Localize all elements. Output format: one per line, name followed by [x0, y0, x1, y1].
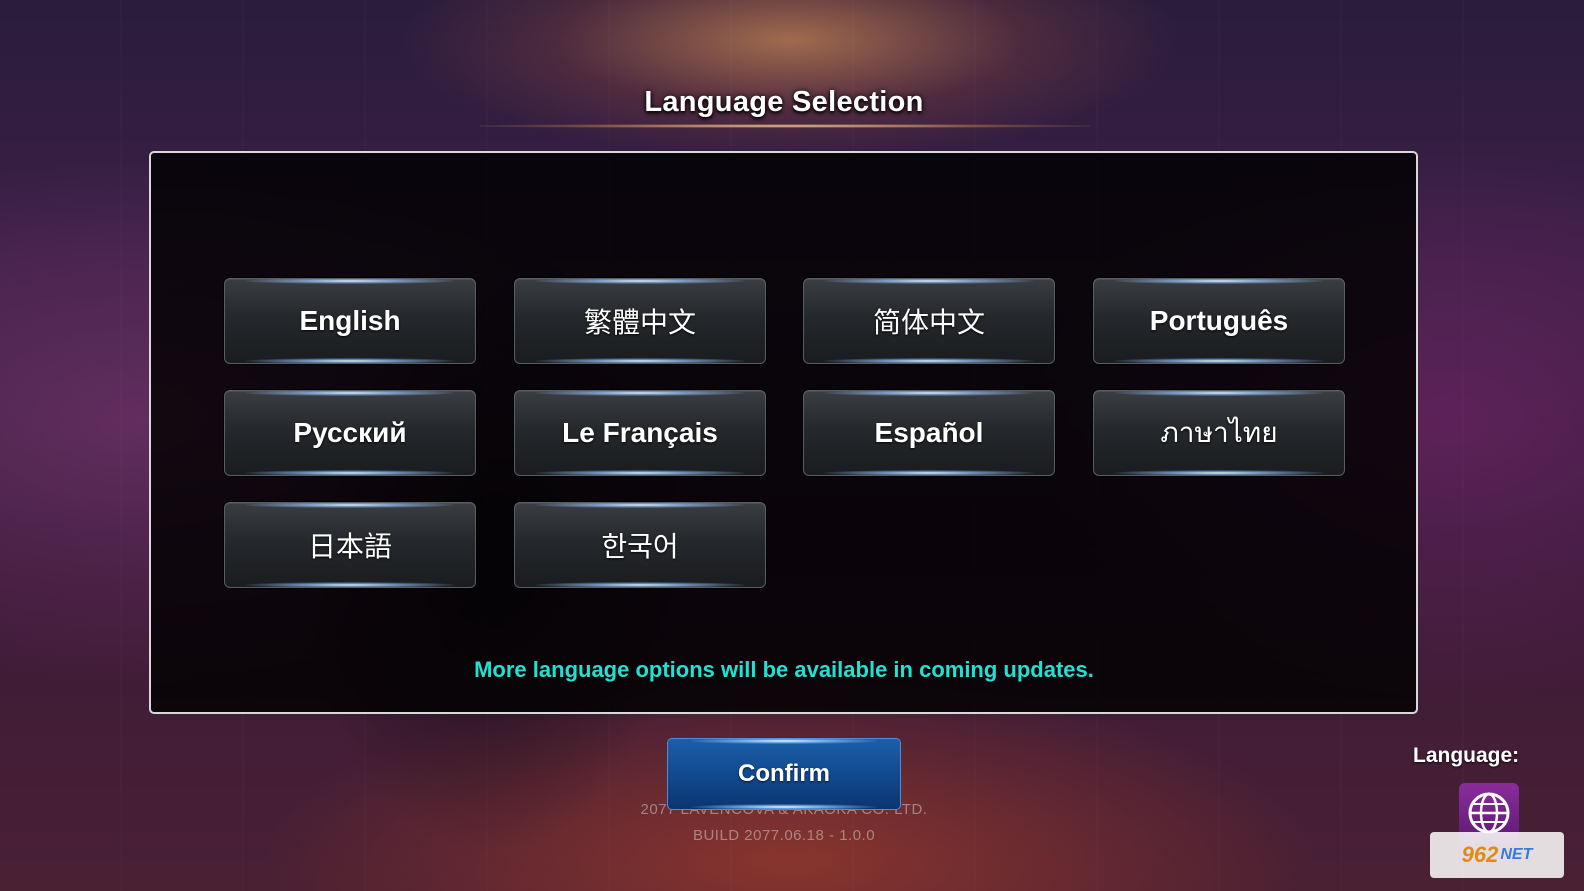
language-button-label: Português — [1149, 305, 1289, 336]
language-button-simplified-chinese[interactable]: 简体中文 — [803, 278, 1055, 364]
language-button-label: Русский — [293, 417, 407, 448]
confirm-button-label: Confirm — [738, 760, 830, 787]
language-button-russian[interactable]: Русский — [224, 390, 476, 476]
language-button-label: Le Français — [562, 417, 718, 448]
language-button-portuguese[interactable]: Português — [1093, 278, 1345, 364]
language-notice: More language options will be available … — [474, 657, 1094, 682]
language-button-english[interactable]: English — [224, 278, 476, 364]
language-button-thai[interactable]: ภาษาไทย — [1093, 390, 1345, 476]
watermark-number: 962 — [1461, 842, 1499, 867]
language-button-korean[interactable]: 한국어 — [514, 502, 766, 588]
language-button-french[interactable]: Le Français — [514, 390, 766, 476]
language-button-label: ภาษาไทย — [1160, 417, 1278, 448]
language-button-label: Español — [874, 417, 984, 448]
language-button-label: English — [299, 305, 401, 336]
language-button-japanese[interactable]: 日本語 — [224, 502, 476, 588]
watermark-suffix: NET — [1500, 846, 1533, 863]
language-button-label: 简体中文 — [872, 307, 985, 338]
globe-icon — [1468, 792, 1510, 834]
title-underline-glow — [480, 124, 1090, 128]
language-indicator-label: Language: — [1413, 744, 1520, 767]
language-button-label: 한국어 — [601, 531, 679, 562]
build-version: BUILD 2077.06.18 - 1.0.0 — [692, 827, 876, 844]
page-title: Language Selection — [644, 86, 924, 118]
language-button-label: 日本語 — [307, 531, 392, 562]
language-button-traditional-chinese[interactable]: 繁體中文 — [514, 278, 766, 364]
confirm-button[interactable]: Confirm — [667, 738, 901, 810]
language-button-label: 繁體中文 — [583, 307, 696, 338]
language-button-spanish[interactable]: Español — [803, 390, 1055, 476]
site-watermark-logo: 962 NET — [1430, 832, 1564, 878]
